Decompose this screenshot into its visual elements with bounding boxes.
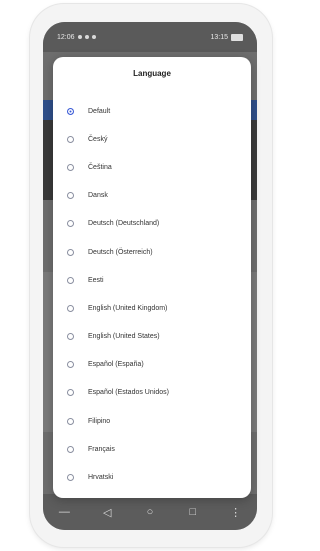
battery-icon	[231, 33, 243, 41]
language-option-label: Français	[88, 445, 115, 453]
radio-icon[interactable]	[67, 333, 74, 341]
radio-selected-icon[interactable]	[67, 107, 74, 115]
language-option[interactable]: Hrvatski	[53, 463, 251, 491]
radio-icon[interactable]	[67, 163, 74, 171]
language-option-label: Deutsch (Österreich)	[88, 248, 153, 256]
status-bar: 12:06 13:15	[43, 22, 257, 52]
minimize-icon[interactable]: —	[57, 506, 71, 518]
status-left: 12:06	[57, 34, 96, 41]
language-option[interactable]: Español (Estados Unidos)	[53, 379, 251, 407]
radio-icon[interactable]	[67, 361, 74, 369]
language-option-label: English (United States)	[88, 333, 160, 341]
language-option[interactable]: Čeština	[53, 153, 251, 181]
radio-icon[interactable]	[67, 220, 74, 228]
language-option-label: Español (España)	[88, 361, 144, 369]
status-time: 12:06	[57, 33, 75, 41]
radio-icon[interactable]	[67, 192, 74, 200]
language-dialog: Language Default Český Čeština Dansk Deutsch…	[53, 57, 251, 498]
navigation-bar: — ◁ ○ □ ⋮	[43, 494, 257, 530]
home-icon[interactable]: ○	[143, 506, 157, 518]
language-option-label: Español (Estados Unidos)	[88, 389, 169, 397]
radio-icon[interactable]	[67, 276, 74, 284]
notification-icon	[91, 35, 96, 39]
language-option-label: English (United Kingdom)	[88, 304, 168, 312]
status-right-text: 13:15	[210, 33, 228, 41]
language-option-label: Hrvatski	[88, 474, 114, 482]
language-option[interactable]: Español (España)	[53, 351, 251, 379]
language-option[interactable]: Český	[53, 125, 251, 153]
language-option-label: Eesti	[88, 276, 104, 284]
radio-icon[interactable]	[67, 417, 74, 425]
language-option[interactable]: Default	[53, 97, 251, 125]
language-option[interactable]: Français	[53, 435, 251, 463]
language-option[interactable]: Dansk	[53, 182, 251, 210]
notification-icon	[77, 35, 82, 39]
language-option[interactable]: Filipino	[53, 407, 251, 435]
dialog-title: Language	[133, 69, 171, 78]
language-option[interactable]: English (United Kingdom)	[53, 294, 251, 322]
menu-icon[interactable]: ⋮	[229, 506, 243, 519]
notification-icon	[84, 35, 89, 39]
language-option[interactable]: Deutsch (Deutschland)	[53, 210, 251, 238]
language-option[interactable]: Eesti	[53, 266, 251, 294]
language-option-label: Čeština	[88, 163, 112, 171]
radio-icon[interactable]	[67, 135, 74, 143]
back-icon[interactable]: ◁	[100, 506, 114, 519]
language-options-list: Default Český Čeština Dansk Deutsch (Deutsch…	[53, 97, 251, 492]
language-option-label: Český	[88, 135, 108, 143]
status-right: 13:15	[210, 33, 243, 41]
radio-icon[interactable]	[67, 474, 74, 482]
language-option-label: Dansk	[88, 192, 108, 200]
language-option-label: Filipino	[88, 417, 111, 425]
language-option-label: Default	[88, 107, 111, 115]
language-option[interactable]: Deutsch (Österreich)	[53, 238, 251, 266]
radio-icon[interactable]	[67, 445, 74, 453]
recents-icon[interactable]: □	[186, 506, 200, 518]
radio-icon[interactable]	[67, 248, 74, 256]
radio-icon[interactable]	[67, 304, 74, 312]
language-option-label: Deutsch (Deutschland)	[88, 220, 160, 228]
radio-icon[interactable]	[67, 389, 74, 397]
language-option[interactable]: English (United States)	[53, 323, 251, 351]
